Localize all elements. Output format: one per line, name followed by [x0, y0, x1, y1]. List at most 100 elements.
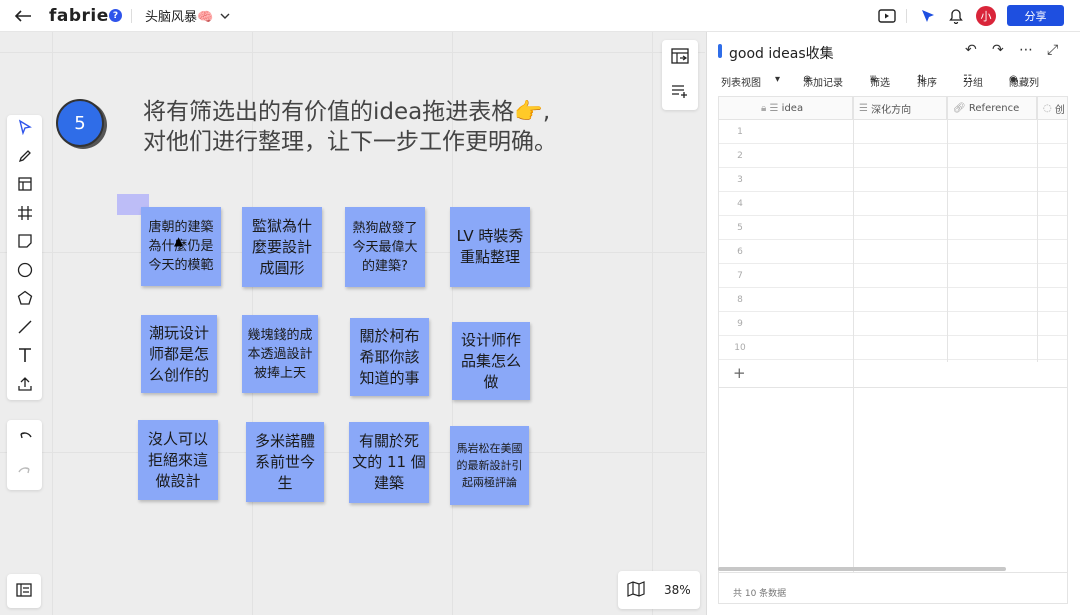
lock-icon: 🔒︎	[761, 102, 767, 114]
select-tool[interactable]	[7, 115, 42, 144]
record-count: 共 10 条数据	[733, 589, 787, 599]
pen-tool[interactable]	[7, 144, 42, 173]
line-icon	[17, 319, 33, 339]
sort-label: 排序	[917, 78, 937, 89]
line-tool[interactable]	[7, 315, 42, 344]
divider	[131, 8, 132, 23]
sticky-note[interactable]: 沒人可以拒絕來這做設計	[138, 420, 218, 500]
bell-icon[interactable]	[949, 0, 963, 31]
column-label: Reference	[968, 102, 1020, 114]
table-row[interactable]: 5	[719, 216, 1067, 240]
sticky-note[interactable]: 關於柯布希耶你該知道的事	[350, 318, 429, 396]
table-row[interactable]: 8	[719, 288, 1067, 312]
redo-icon[interactable]: ↷	[992, 42, 1004, 58]
add-list-button[interactable]	[662, 75, 698, 110]
sidebar-panel-icon	[16, 582, 32, 601]
table-row[interactable]: 7	[719, 264, 1067, 288]
sticky-note[interactable]: 多米諾體系前世今生	[246, 422, 324, 502]
zoom-control[interactable]: 38%	[618, 571, 700, 609]
sticky-note[interactable]: LV 時裝秀重點整理	[450, 207, 530, 287]
row-number: 1	[737, 127, 743, 137]
add-record-label: 添加记录	[803, 78, 843, 89]
board-title[interactable]: 头脑风暴🧠	[145, 0, 213, 31]
sticky-note[interactable]: 熱狗啟發了今天最偉大的建築?	[345, 207, 425, 287]
present-icon[interactable]	[878, 0, 896, 31]
template-tool[interactable]	[7, 172, 42, 201]
table-row[interactable]: 2	[719, 144, 1067, 168]
text-tool[interactable]	[7, 343, 42, 372]
undo-icon	[17, 428, 33, 447]
column-header-idea[interactable]: 🔒︎ ☰ idea	[719, 97, 853, 120]
table-row[interactable]: 9	[719, 312, 1067, 336]
help-button[interactable]: ?	[109, 9, 122, 22]
table-row[interactable]: 10	[719, 336, 1067, 360]
text-field-icon: ☰	[769, 102, 779, 114]
row-number: 5	[737, 223, 743, 233]
view-dropdown-chevron-icon[interactable]: ▾	[775, 74, 780, 85]
pentagon-icon	[17, 290, 33, 310]
horizontal-scrollbar[interactable]	[718, 567, 1006, 571]
upload-tool[interactable]	[7, 372, 42, 401]
undo-button[interactable]	[7, 420, 42, 455]
table-row[interactable]: 6	[719, 240, 1067, 264]
pencil-icon	[17, 148, 33, 168]
redo-icon	[17, 463, 33, 482]
table-row[interactable]: 3	[719, 168, 1067, 192]
instruction-text: 将有筛选出的有价值的idea拖进表格👉, 对他们进行整理，让下一步工作更明确。	[143, 97, 583, 157]
polygon-tool[interactable]	[7, 286, 42, 315]
row-divider	[719, 387, 1067, 388]
sticky-note[interactable]: 潮玩设计师都是怎么创作的	[141, 315, 217, 393]
sticky-note[interactable]: 馬岩松在美國的最新設計引起兩極評論	[450, 426, 529, 505]
ellipse-tool[interactable]	[7, 258, 42, 287]
circle-icon	[17, 262, 33, 282]
list-add-icon	[671, 83, 689, 103]
expand-icon[interactable]: ⤢	[1047, 42, 1058, 58]
frame-tool[interactable]	[7, 201, 42, 230]
avatar[interactable]: 小	[976, 5, 996, 26]
column-label: idea	[781, 102, 804, 114]
share-button[interactable]: 分享	[1007, 5, 1064, 26]
sticky-note[interactable]: 幾塊錢的成本透過設計被捧上天	[242, 315, 318, 393]
column-divider	[1037, 97, 1038, 362]
instruction-line-2: 对他们进行整理，让下一步工作更明确。	[143, 129, 557, 155]
row-number: 6	[737, 247, 743, 257]
history-controls	[7, 420, 42, 490]
table-row[interactable]: 4	[719, 192, 1067, 216]
sticky-note[interactable]: 设计师作品集怎么做	[452, 322, 530, 400]
upload-icon	[17, 376, 33, 396]
mouse-cursor-icon: ▲	[174, 234, 184, 248]
text-field-icon: ☰	[859, 102, 868, 114]
more-icon[interactable]: ⋯	[1019, 42, 1033, 58]
column-header-direction[interactable]: ☰ 深化方向	[853, 97, 947, 120]
text-icon	[17, 347, 33, 367]
zoom-level: 38%	[663, 583, 691, 597]
panel-toggle-button[interactable]	[7, 574, 41, 608]
frame-icon	[17, 205, 33, 225]
canvas-side-actions	[662, 40, 698, 110]
view-select[interactable]: 列表视图	[721, 74, 761, 89]
redo-button[interactable]	[7, 455, 42, 490]
follow-cursor-icon[interactable]	[920, 0, 936, 31]
divider	[906, 8, 907, 23]
table-row[interactable]: 1	[719, 120, 1067, 144]
sticky-note-icon	[17, 233, 33, 253]
sticky-note[interactable]: 監獄為什麼要設計成圓形	[242, 207, 322, 287]
column-divider	[853, 97, 854, 572]
column-header-reference[interactable]: 🔗︎ Reference	[947, 97, 1037, 120]
panel-title[interactable]: good ideas收集	[729, 43, 834, 63]
row-number: 3	[737, 175, 743, 185]
sticky-note-tool[interactable]	[7, 229, 42, 258]
undo-icon[interactable]: ↶	[965, 42, 977, 58]
table-export-button[interactable]	[662, 40, 698, 75]
sticky-note[interactable]: 有關於死文的 11 個建築	[349, 422, 429, 503]
panel-toolbar: 列表视图 ▾ ⊕ 添加记录 ⩸ 筛选 ⇅ 排序 ☷ 分组 ◉ 隐藏列	[707, 74, 1080, 90]
step-badge: 5	[56, 99, 104, 147]
filter-label: 筛选	[870, 78, 890, 89]
pointer-icon	[17, 119, 33, 139]
board-menu-chevron-down-icon[interactable]	[219, 0, 231, 31]
add-row-button[interactable]: +	[733, 364, 746, 382]
link-icon: 🔗︎	[953, 102, 966, 114]
minimap-icon[interactable]	[627, 580, 645, 600]
column-header-created[interactable]: ◌ 创	[1037, 97, 1067, 120]
back-button[interactable]	[14, 0, 32, 31]
